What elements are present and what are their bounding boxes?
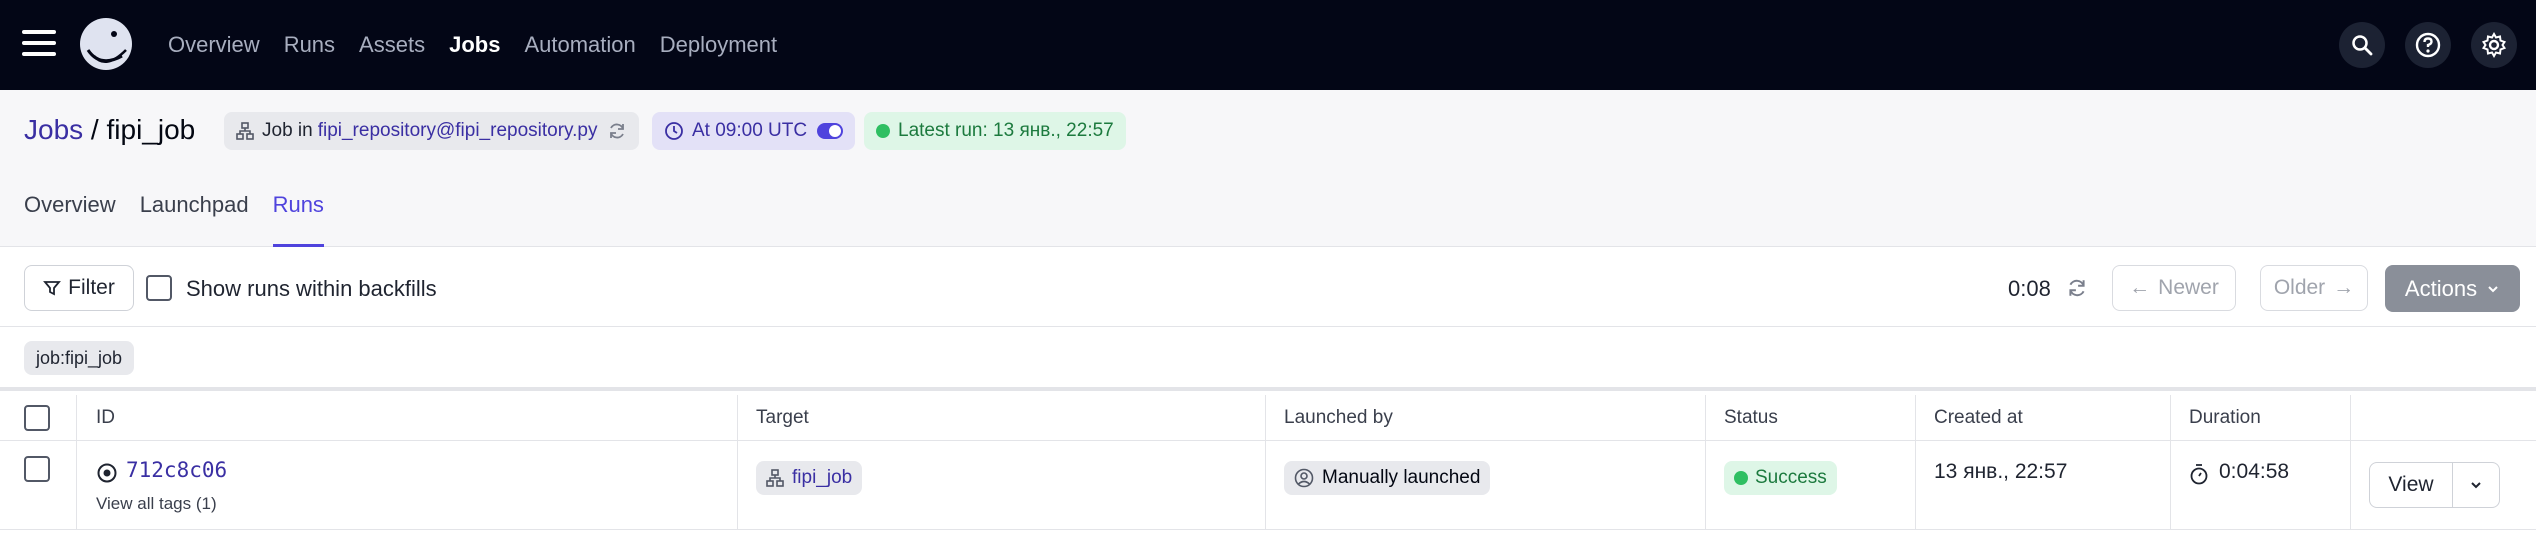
table-row[interactable]: 712c8c06 View all tags (1) fipi_job Manu…	[0, 442, 2536, 530]
column-launched-by: Launched by	[1284, 407, 1393, 428]
job-tag-prefix: Job in	[262, 120, 313, 141]
nav-jobs[interactable]: Jobs	[449, 32, 500, 58]
filter-button[interactable]: Filter	[24, 265, 134, 311]
settings-icon[interactable]	[2471, 22, 2517, 68]
chevron-down-icon	[2471, 482, 2481, 489]
schedule-label: At 09:00 UTC	[692, 120, 808, 141]
column-target: Target	[756, 407, 809, 428]
reload-icon[interactable]	[607, 121, 627, 141]
row-menu-button[interactable]	[2452, 462, 2500, 508]
nav-overview[interactable]: Overview	[168, 32, 260, 58]
row-checkbox[interactable]	[24, 456, 50, 482]
schedule-toggle[interactable]	[817, 123, 844, 139]
refresh-icon[interactable]	[2066, 277, 2088, 299]
backfills-label: Show runs within backfills	[186, 276, 437, 301]
status-badge: Success	[1724, 461, 1837, 495]
clock-icon	[665, 122, 683, 140]
job-tabs: Overview Launchpad Runs	[24, 192, 348, 247]
success-dot	[876, 124, 890, 138]
column-duration: Duration	[2189, 407, 2261, 428]
success-dot	[1734, 471, 1748, 485]
newer-label: Newer	[2158, 276, 2219, 299]
top-navigation: Overview Runs Assets Jobs Automation Dep…	[0, 0, 2536, 90]
launched-by-chip: Manually launched	[1284, 461, 1491, 495]
active-filters: job:fipi_job	[0, 327, 2536, 391]
filter-icon	[43, 281, 62, 296]
job-repository-tag: Job in fipi_repository@fipi_repository.p…	[224, 112, 640, 150]
table-header: ID Target Launched by Status Created at …	[0, 395, 2536, 441]
schedule-tag[interactable]: At 09:00 UTC	[652, 112, 856, 150]
job-filter-tag[interactable]: job:fipi_job	[24, 341, 135, 375]
select-all-checkbox[interactable]	[24, 405, 50, 431]
older-button[interactable]: Older →	[2260, 265, 2368, 311]
page-header: Jobs / fipi_job Job in fipi_repository@f…	[0, 90, 2536, 247]
latest-run-label: Latest run: 13 янв., 22:57	[898, 120, 1114, 141]
nav-assets[interactable]: Assets	[359, 32, 425, 58]
view-all-tags-link[interactable]: View all tags (1)	[96, 494, 217, 514]
job-name: fipi_job	[106, 114, 196, 145]
column-status: Status	[1724, 407, 1778, 428]
status-label: Success	[1755, 467, 1827, 488]
created-at: 13 янв., 22:57	[1934, 460, 2068, 483]
target-label: fipi_job	[792, 467, 853, 488]
newer-button[interactable]: ← Newer	[2112, 265, 2236, 311]
arrow-right-icon: →	[2333, 276, 2355, 299]
nav-runs[interactable]: Runs	[284, 32, 335, 58]
breadcrumb-separator: /	[83, 114, 107, 145]
page-title: Jobs / fipi_job	[24, 114, 195, 146]
run-id-link[interactable]: 712c8c06	[126, 458, 227, 482]
backfills-checkbox[interactable]	[146, 275, 172, 301]
column-created-at: Created at	[1934, 407, 2023, 428]
breadcrumb-jobs-link[interactable]: Jobs	[24, 114, 83, 145]
actions-button[interactable]: Actions	[2385, 265, 2520, 312]
view-run-button[interactable]: View	[2369, 462, 2453, 508]
target-chip[interactable]: fipi_job	[756, 461, 863, 495]
refresh-timer: 0:08	[2008, 276, 2051, 301]
job-icon	[236, 122, 254, 140]
duration: 0:04:58	[2219, 460, 2290, 483]
job-icon	[766, 469, 784, 487]
chevron-down-icon	[2488, 285, 2498, 292]
nav-deployment[interactable]: Deployment	[660, 32, 777, 58]
runs-toolbar: Filter Show runs within backfills 0:08 ←…	[0, 247, 2536, 327]
dagster-logo[interactable]	[78, 16, 134, 72]
column-id: ID	[96, 407, 115, 428]
tab-runs[interactable]: Runs	[272, 192, 324, 247]
help-icon[interactable]	[2405, 22, 2451, 68]
menu-icon[interactable]	[22, 30, 56, 56]
older-label: Older	[2273, 276, 2326, 299]
view-label: View	[2388, 473, 2434, 496]
run-target-icon	[97, 463, 117, 483]
tab-launchpad[interactable]: Launchpad	[140, 192, 249, 247]
tab-overview[interactable]: Overview	[24, 192, 116, 247]
user-icon	[1294, 468, 1314, 488]
nav-automation[interactable]: Automation	[524, 32, 635, 58]
latest-run-tag[interactable]: Latest run: 13 янв., 22:57	[864, 112, 1126, 150]
actions-label: Actions	[2404, 275, 2478, 301]
search-icon[interactable]	[2339, 22, 2385, 68]
repository-link[interactable]: fipi_repository@fipi_repository.py	[318, 120, 598, 142]
filter-label: Filter	[68, 276, 115, 299]
stopwatch-icon	[2190, 464, 2208, 485]
arrow-left-icon: ←	[2129, 276, 2151, 299]
launched-by-label: Manually launched	[1322, 467, 1481, 488]
